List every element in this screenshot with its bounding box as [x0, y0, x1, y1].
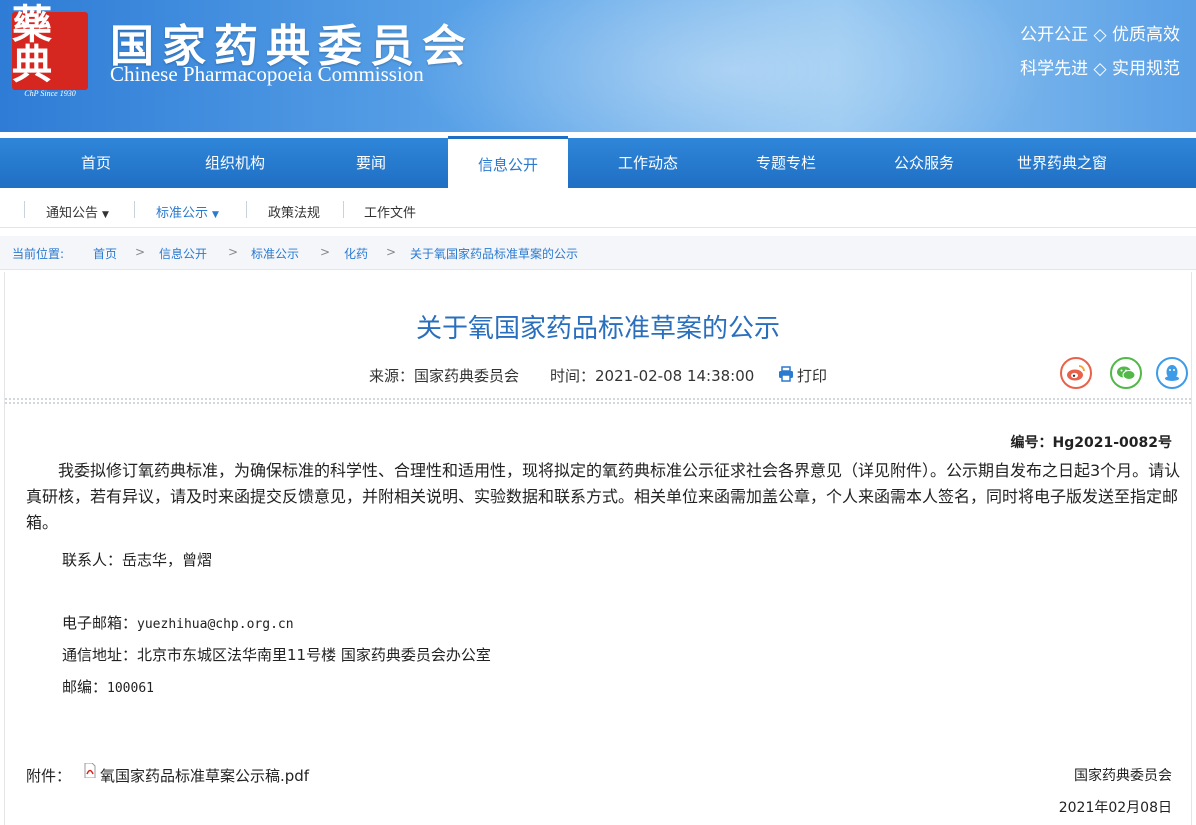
- attachment-label: 附件：: [26, 767, 72, 785]
- breadcrumb-chemical-drugs[interactable]: 化药: [344, 245, 368, 262]
- breadcrumb-info-disclosure[interactable]: 信息公开: [159, 245, 207, 262]
- weibo-icon: [1067, 365, 1085, 381]
- slogan-line-2: 科学先进 ◇ 实用规范: [1020, 59, 1180, 79]
- breadcrumb: 当前位置: 首页 > 信息公开 > 标准公示 > 化药 > 关于氧国家药品标准草…: [0, 236, 1196, 270]
- main-nav: 首页 组织机构 要闻 信息公开 工作动态 专题专栏 公众服务 世界药典之窗: [0, 136, 1196, 188]
- postcode-label: 邮编：: [62, 678, 108, 696]
- print-icon[interactable]: [778, 366, 794, 382]
- postcode-line: 邮编：100061: [62, 676, 154, 697]
- nav-item-public-services[interactable]: 公众服务: [864, 138, 984, 188]
- contact-person: 联系人：岳志华，曾熠: [62, 551, 213, 569]
- attachment-name: 氧国家药品标准草案公示稿.pdf: [100, 767, 310, 785]
- slogan-line-1: 公开公正 ◇ 优质高效: [1020, 25, 1180, 45]
- article-source: 来源：国家药典委员会: [369, 367, 520, 385]
- divider: [24, 201, 25, 218]
- caret-down-icon: ▼: [102, 210, 109, 220]
- site-subtitle: Chinese Pharmacopoeia Commission: [110, 62, 424, 86]
- divider: [343, 201, 344, 218]
- nav-item-work-updates[interactable]: 工作动态: [588, 138, 708, 188]
- breadcrumb-prefix: 当前位置:: [12, 247, 65, 261]
- logo-seal[interactable]: 藥典 ChP Since 1930: [12, 4, 88, 98]
- divider: [4, 397, 1192, 405]
- wechat-icon: [1117, 366, 1136, 380]
- share-qq-button[interactable]: [1156, 357, 1188, 389]
- site-header: 藥典 ChP Since 1930 国家药典委员会 Chinese Pharma…: [0, 0, 1196, 132]
- breadcrumb-standard-notice[interactable]: 标准公示: [251, 245, 299, 262]
- email-line: 电子邮箱：yuezhihua@chp.org.cn: [62, 612, 294, 633]
- logo-since: ChP Since 1930: [24, 88, 76, 98]
- divider: [246, 201, 247, 218]
- article-title: 关于氧国家药品标准草案的公示: [415, 314, 780, 344]
- breadcrumb-separator: >: [386, 245, 397, 259]
- print-button[interactable]: 打印: [797, 365, 827, 386]
- subnav-item-label: 通知公告: [46, 206, 99, 221]
- nav-item-world-pharmacopoeia[interactable]: 世界药典之窗: [1002, 138, 1122, 188]
- breadcrumb-separator: >: [228, 245, 239, 259]
- article-body: 我委拟修订氧药典标准，为确保标准的科学性、合理性和适用性，现将拟定的氧药典标准公…: [26, 461, 1181, 532]
- pdf-icon: [84, 763, 96, 778]
- qq-icon: [1165, 365, 1179, 381]
- share-wechat-button[interactable]: [1110, 357, 1142, 389]
- share-weibo-button[interactable]: [1060, 357, 1092, 389]
- document-number: 编号：Hg2021-0082号: [1010, 435, 1172, 451]
- caret-down-icon: ▼: [212, 210, 219, 220]
- breadcrumb-separator: >: [320, 245, 331, 259]
- article-time: 时间：2021-02-08 14:38:00: [550, 367, 755, 385]
- subnav-item-label: 标准公示: [156, 206, 209, 221]
- nav-item-news[interactable]: 要闻: [311, 138, 431, 188]
- email-address[interactable]: yuezhihua@chp.org.cn: [137, 617, 294, 632]
- breadcrumb-home[interactable]: 首页: [93, 245, 117, 262]
- nav-item-special-topics[interactable]: 专题专栏: [726, 138, 846, 188]
- divider: [134, 201, 135, 218]
- sub-nav: 通知公告 ▼ 标准公示 ▼ 政策法规 工作文件: [0, 192, 1196, 228]
- subnav-item-standard-notice[interactable]: 标准公示 ▼: [156, 202, 219, 221]
- nav-item-info-disclosure[interactable]: 信息公开: [448, 136, 568, 188]
- breadcrumb-current[interactable]: 关于氧国家药品标准草案的公示: [410, 245, 578, 262]
- nav-item-home[interactable]: 首页: [36, 138, 156, 188]
- subnav-item-work-documents[interactable]: 工作文件: [364, 202, 416, 221]
- signer: 国家药典委员会: [1074, 768, 1172, 784]
- breadcrumb-separator: >: [135, 245, 146, 259]
- nav-item-organization[interactable]: 组织机构: [175, 138, 295, 188]
- attachment-link[interactable]: 氧国家药品标准草案公示稿.pdf: [100, 765, 309, 786]
- email-label: 电子邮箱：: [62, 614, 138, 632]
- subnav-item-notices[interactable]: 通知公告 ▼: [46, 202, 109, 221]
- postal-address: 通信地址：北京市东城区法华南里11号楼 国家药典委员会办公室: [62, 646, 491, 664]
- subnav-item-policies[interactable]: 政策法规: [268, 202, 320, 221]
- postcode-value: 100061: [107, 681, 154, 696]
- sign-date: 2021年02月08日: [1058, 800, 1172, 816]
- logo-glyph: 藥典: [12, 0, 52, 88]
